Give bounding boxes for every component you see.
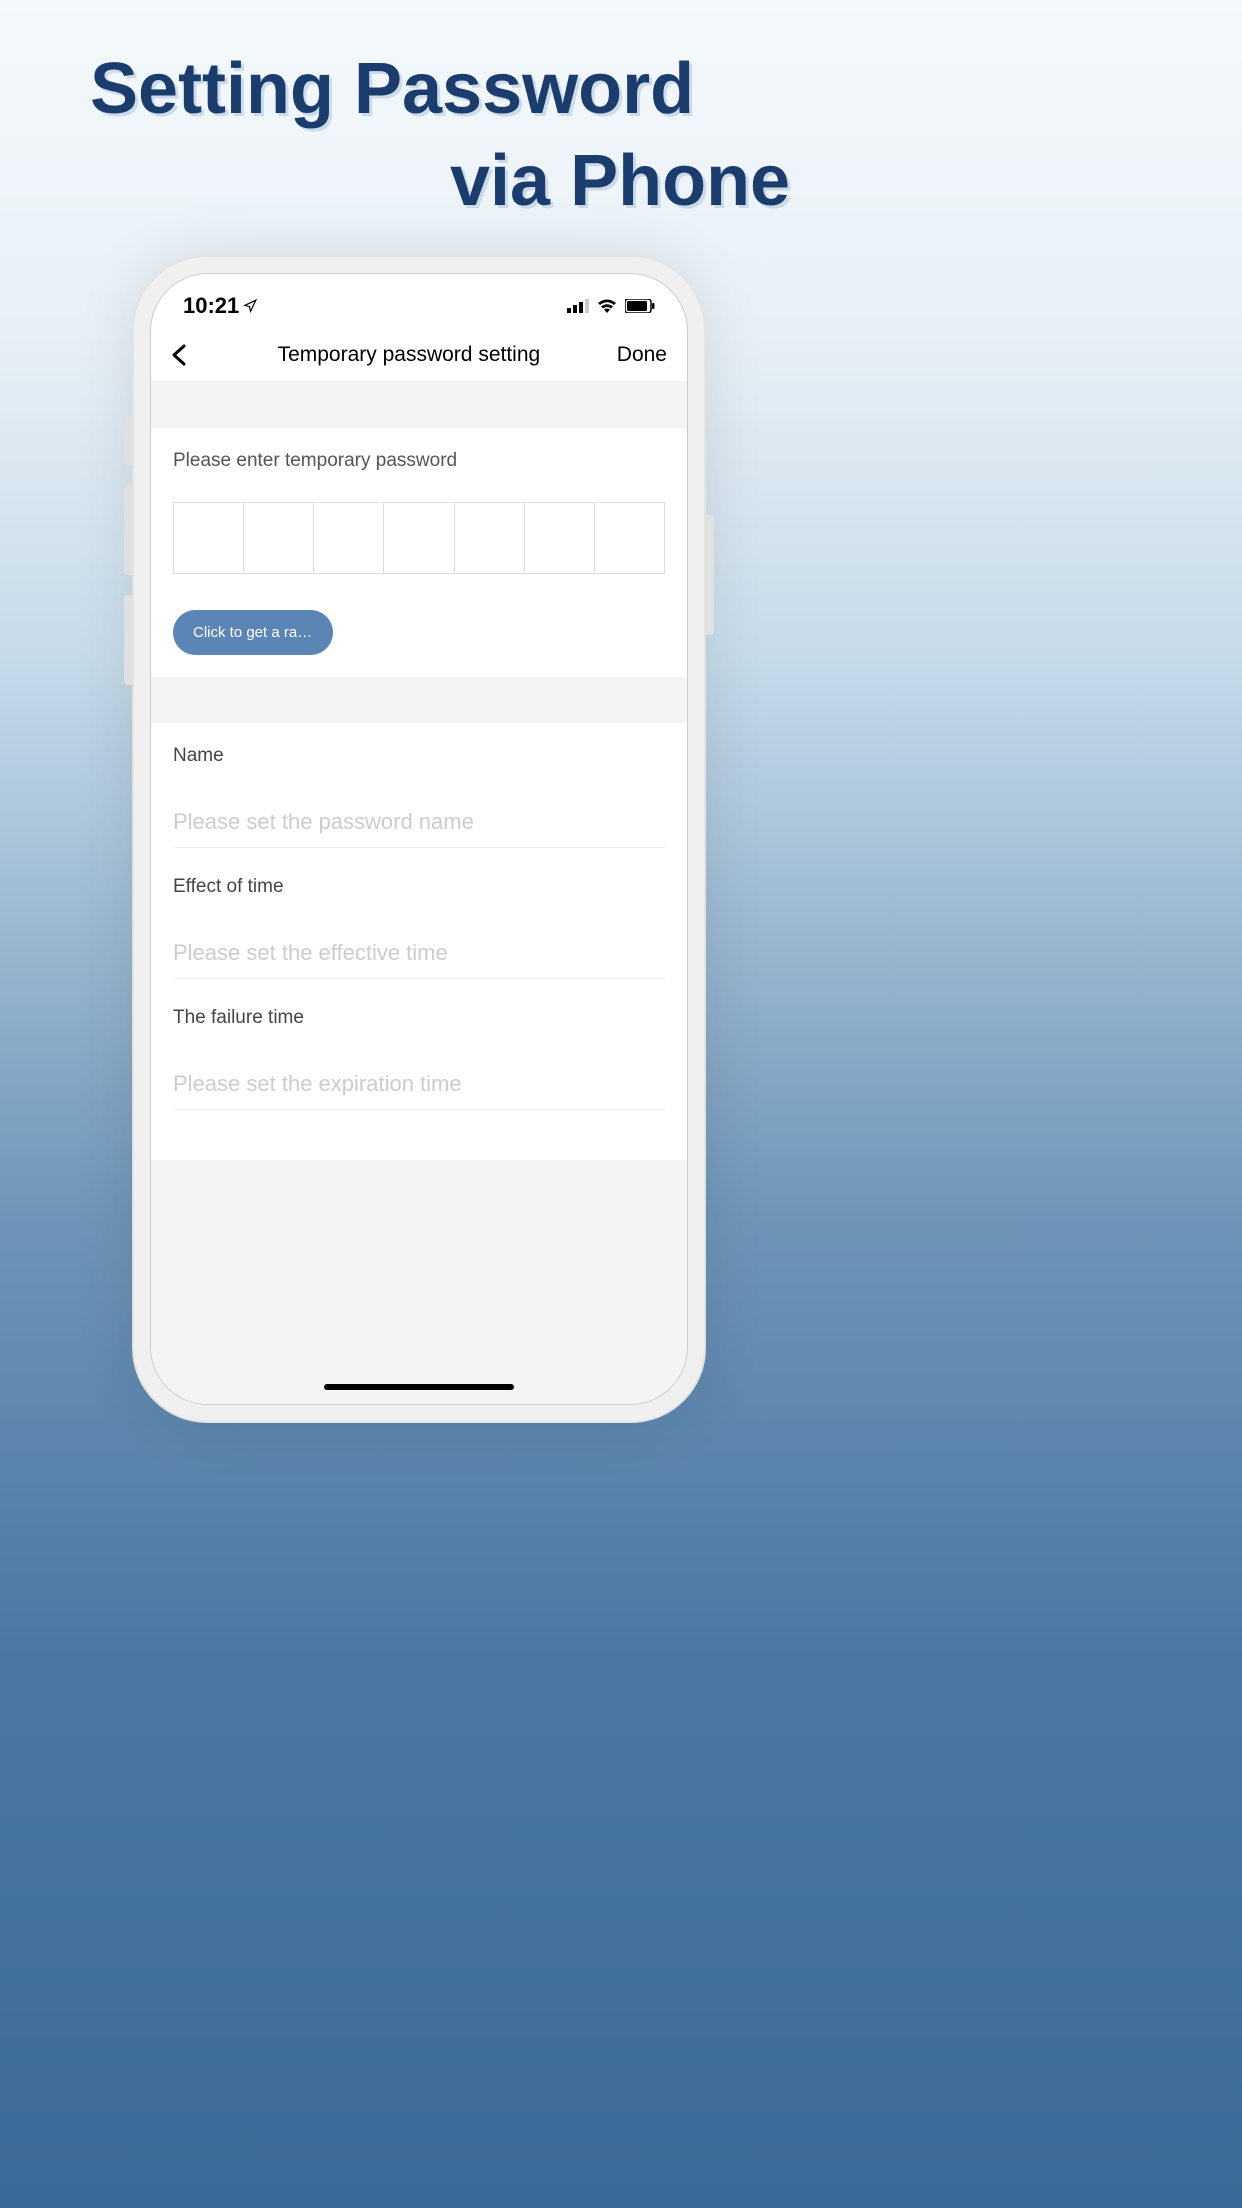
- nav-title: Temporary password setting: [278, 343, 541, 367]
- password-digit-4[interactable]: [384, 503, 454, 573]
- battery-icon: [625, 299, 655, 313]
- promo-heading-1: Setting Password: [90, 48, 694, 130]
- password-digit-5[interactable]: [455, 503, 525, 573]
- phone-button-silence: [124, 415, 132, 465]
- password-digit-3[interactable]: [314, 503, 384, 573]
- failure-time-input[interactable]: [173, 1059, 665, 1110]
- status-time: 10:21: [183, 293, 257, 319]
- random-password-button[interactable]: Click to get a rando...: [173, 610, 333, 655]
- name-input[interactable]: [173, 797, 665, 848]
- phone-button-volume-up: [124, 485, 132, 575]
- signal-icon: [567, 299, 589, 313]
- location-icon: [243, 299, 257, 313]
- password-digit-6[interactable]: [525, 503, 595, 573]
- phone-button-power: [706, 515, 714, 635]
- password-label: Please enter temporary password: [173, 450, 665, 472]
- failure-time-label: The failure time: [173, 1007, 665, 1029]
- phone-frame: 10:21: [132, 255, 706, 1423]
- effect-time-input[interactable]: [173, 928, 665, 979]
- wifi-icon: [597, 299, 617, 313]
- password-digit-7[interactable]: [595, 503, 664, 573]
- password-input-boxes[interactable]: [173, 502, 665, 574]
- spacer: [151, 382, 687, 428]
- status-time-text: 10:21: [183, 293, 239, 319]
- password-digit-1[interactable]: [174, 503, 244, 573]
- done-button[interactable]: Done: [617, 343, 667, 367]
- content-area: Please enter temporary password Click to…: [151, 382, 687, 1404]
- name-label: Name: [173, 745, 665, 767]
- password-section: Please enter temporary password Click to…: [151, 428, 687, 677]
- spacer: [151, 677, 687, 723]
- password-digit-2[interactable]: [244, 503, 314, 573]
- status-icons: [567, 299, 655, 313]
- nav-bar: Temporary password setting Done: [151, 328, 687, 382]
- form-section: Name Effect of time The failure time: [151, 723, 687, 1160]
- phone-screen: 10:21: [150, 273, 688, 1405]
- home-indicator[interactable]: [324, 1384, 514, 1390]
- phone-button-volume-down: [124, 595, 132, 685]
- back-button[interactable]: [171, 343, 201, 367]
- promo-heading-2: via Phone: [450, 140, 790, 222]
- status-bar: 10:21: [151, 274, 687, 328]
- effect-time-label: Effect of time: [173, 876, 665, 898]
